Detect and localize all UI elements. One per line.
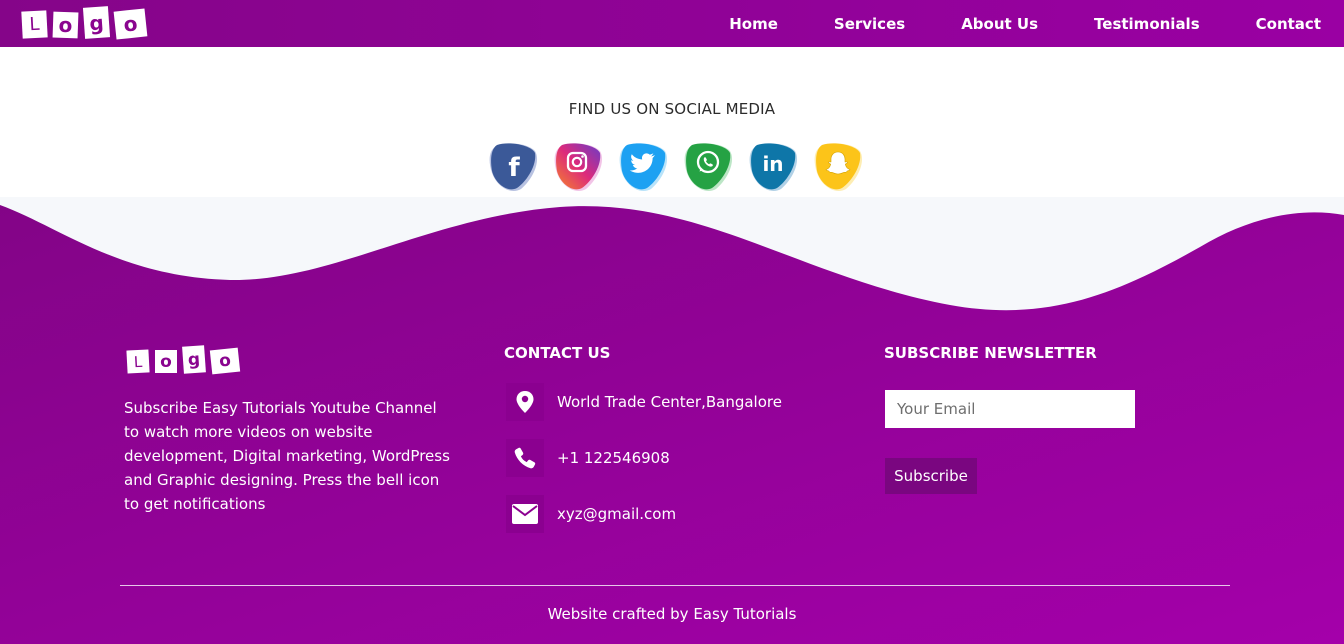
map-pin-icon xyxy=(506,383,544,421)
footer-about-text: Subscribe Easy Tutorials Youtube Channel… xyxy=(124,399,450,513)
footer-copyright: Website crafted by Easy Tutorials xyxy=(547,605,797,623)
logo-letter-tile: o xyxy=(52,11,79,39)
social-media-title: FIND US ON SOCIAL MEDIA xyxy=(568,100,776,118)
contact-phone-text: +1 122546908 xyxy=(557,449,670,467)
svg-text:f: f xyxy=(508,153,520,183)
nav-link-services[interactable]: Services xyxy=(834,15,905,33)
contact-email: xyz@gmail.com xyxy=(506,495,676,533)
logo-letter-tile: L xyxy=(21,10,48,39)
contact-email-text: xyz@gmail.com xyxy=(557,505,677,523)
nav-menu: Home Services About Us Testimonials Cont… xyxy=(701,0,1344,47)
svg-text:in: in xyxy=(762,152,783,176)
phone-icon xyxy=(506,439,544,477)
social-icons-row: f in xyxy=(487,141,877,193)
newsletter-email-input[interactable] xyxy=(885,390,1135,428)
newsletter-heading: SUBSCRIBE NEWSLETTER xyxy=(884,344,1097,362)
logo[interactable]: L o g o xyxy=(21,6,152,40)
contact-address-text: World Trade Center,Bangalore xyxy=(557,393,782,411)
contact-phone: +1 122546908 xyxy=(506,439,670,477)
logo-letter-tile: L xyxy=(126,349,150,374)
subscribe-button[interactable]: Subscribe xyxy=(885,458,977,494)
logo-letter-tile: o xyxy=(209,347,241,375)
linkedin-icon[interactable]: in xyxy=(747,141,799,193)
logo-letter-tile: g xyxy=(182,345,206,374)
logo-letter-tile: o xyxy=(155,350,177,373)
whatsapp-icon[interactable] xyxy=(682,141,734,193)
navbar: L o g o Home Services About Us Testimoni… xyxy=(0,0,1344,47)
nav-link-home[interactable]: Home xyxy=(729,15,778,33)
envelope-icon xyxy=(506,495,544,533)
logo-letter-tile: o xyxy=(113,8,148,40)
logo-letter-tile: g xyxy=(82,6,111,39)
nav-link-testimonials[interactable]: Testimonials xyxy=(1094,15,1200,33)
contact-us-heading: CONTACT US xyxy=(504,344,611,362)
contact-address: World Trade Center,Bangalore xyxy=(506,383,782,421)
nav-link-about-us[interactable]: About Us xyxy=(961,15,1038,33)
facebook-icon[interactable]: f xyxy=(487,141,539,193)
twitter-icon[interactable] xyxy=(617,141,669,193)
footer-logo[interactable]: L o g o xyxy=(126,345,245,375)
snapchat-icon[interactable] xyxy=(812,141,864,193)
instagram-icon[interactable] xyxy=(552,141,604,193)
footer-divider xyxy=(120,585,1230,586)
nav-link-contact[interactable]: Contact xyxy=(1256,15,1321,33)
